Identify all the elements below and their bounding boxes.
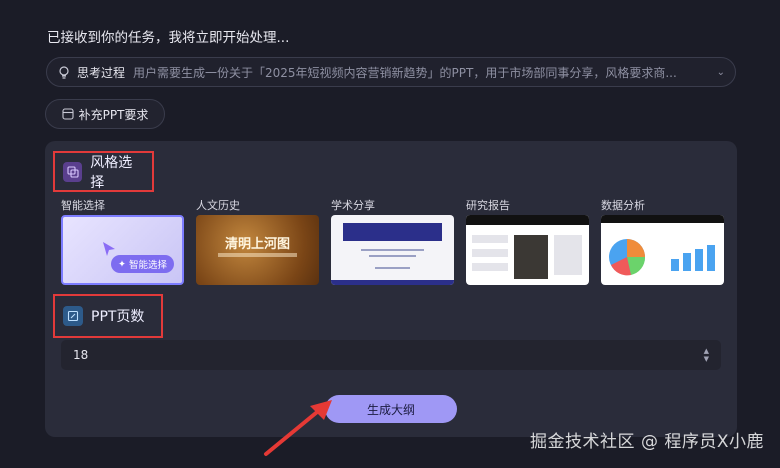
- style-thumbnail-data[interactable]: [601, 215, 724, 285]
- report-block: [472, 235, 508, 243]
- wand-icon: ✦: [118, 258, 129, 270]
- report-block: [554, 235, 582, 275]
- smart-badge-label: 智能选择: [128, 260, 167, 271]
- page-count-icon: [63, 306, 83, 326]
- page-count-input[interactable]: 18 ▲ ▼: [61, 340, 721, 370]
- generate-outline-button[interactable]: 生成大纲: [325, 395, 457, 423]
- style-thumbnail-history[interactable]: 清明上河图: [196, 215, 319, 285]
- supplement-button-label: 补充PPT要求: [78, 107, 149, 122]
- style-section-header: 风格选择: [53, 151, 154, 192]
- report-header: [466, 215, 589, 225]
- annotation-arrow: [264, 400, 332, 456]
- academic-line: [375, 267, 410, 269]
- style-option-name: 数据分析: [601, 199, 645, 212]
- style-section-title: 风格选择: [90, 154, 133, 191]
- chevron-down-icon[interactable]: ▼: [704, 355, 709, 363]
- style-option-smart[interactable]: 智能选择 ✦ 智能选择: [61, 197, 184, 285]
- pages-section-header: PPT页数: [53, 294, 163, 338]
- chevron-down-icon[interactable]: ⌄: [717, 67, 725, 78]
- academic-line: [361, 249, 424, 251]
- style-thumbnail-academic[interactable]: [331, 215, 454, 285]
- style-option-data[interactable]: 数据分析: [601, 197, 724, 285]
- academic-title-bar: [343, 223, 442, 241]
- lightbulb-icon: [59, 66, 69, 79]
- style-option-history[interactable]: 人文历史 清明上河图: [196, 197, 319, 285]
- style-icon: [63, 161, 83, 182]
- thinking-label: 思考过程: [77, 65, 126, 80]
- ppt-settings-panel: 风格选择 智能选择 ✦ 智能选择 人文历史 清明上河图 学术分享 研究报告 数据…: [45, 141, 737, 437]
- chevron-up-icon[interactable]: ▲: [704, 347, 709, 355]
- status-message: 已接收到你的任务，我将立即开始处理...: [47, 30, 290, 46]
- thinking-process-bar[interactable]: 思考过程 用户需要生成一份关于「2025年短视频内容营销新趋势」的PPT，用于市…: [46, 57, 736, 87]
- style-option-name: 智能选择: [61, 199, 105, 212]
- smart-select-badge: ✦ 智能选择: [111, 255, 174, 273]
- style-option-name: 研究报告: [466, 199, 510, 212]
- report-block: [472, 263, 508, 271]
- page-count-value[interactable]: 18: [73, 348, 704, 362]
- history-thumb-subtitle: [218, 253, 297, 257]
- thinking-summary: 用户需要生成一份关于「2025年短视频内容营销新趋势」的PPT，用于市场部同事分…: [133, 65, 677, 80]
- style-option-academic[interactable]: 学术分享: [331, 197, 454, 285]
- report-block: [472, 249, 508, 257]
- style-option-report[interactable]: 研究报告: [466, 197, 589, 285]
- watermark: 掘金技术社区 @ 程序员X小鹿: [530, 432, 764, 452]
- pie-chart-icon: [609, 239, 715, 276]
- style-thumbnail-smart[interactable]: ✦ 智能选择: [61, 215, 184, 285]
- history-thumb-title: 清明上河图: [224, 237, 290, 252]
- pages-section-title: PPT页数: [91, 309, 145, 325]
- page-count-stepper[interactable]: ▲ ▼: [704, 347, 709, 363]
- style-options: 智能选择 ✦ 智能选择 人文历史 清明上河图 学术分享 研究报告 数据分析: [61, 197, 724, 285]
- style-option-name: 学术分享: [331, 199, 375, 212]
- style-option-name: 人文历史: [196, 199, 240, 212]
- style-thumbnail-report[interactable]: [466, 215, 589, 285]
- report-image: [514, 235, 548, 279]
- academic-line: [369, 255, 416, 257]
- note-icon: [62, 108, 74, 120]
- supplement-requirements-button[interactable]: 补充PPT要求: [45, 99, 165, 129]
- academic-footer: [331, 280, 454, 285]
